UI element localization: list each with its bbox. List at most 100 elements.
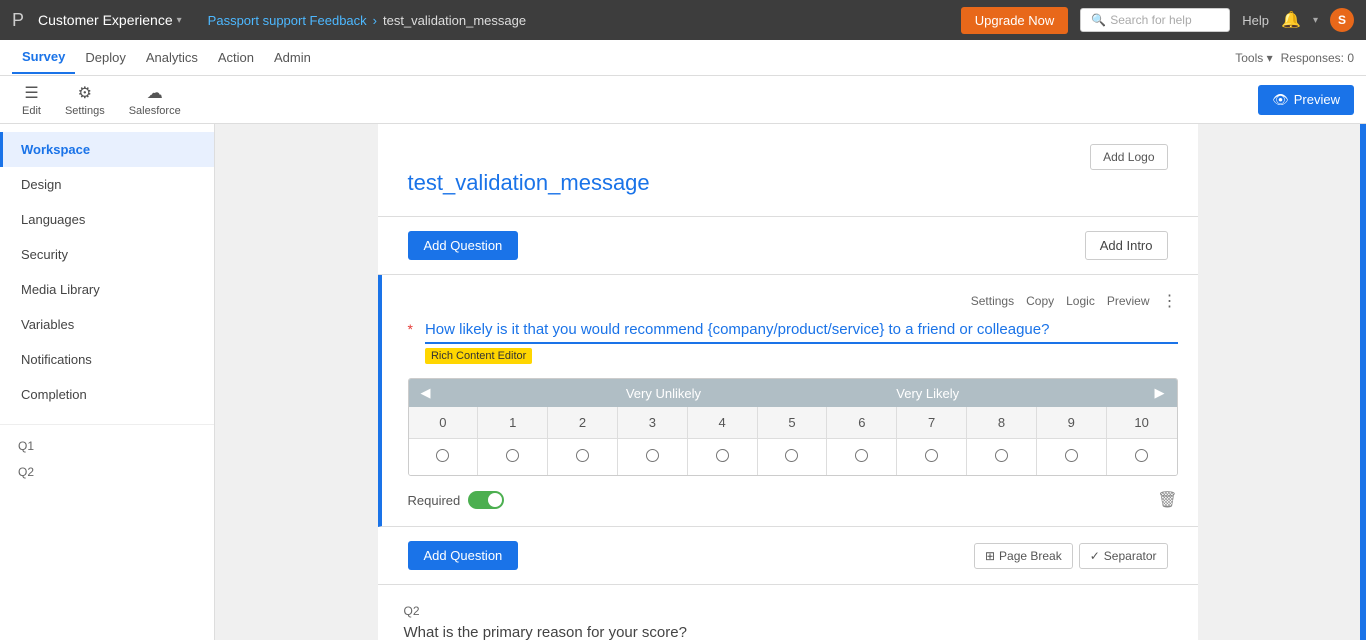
sidebar-item-completion[interactable]: Completion xyxy=(0,377,214,412)
survey-container: Add Logo test_validation_message Add Que… xyxy=(378,124,1198,640)
search-icon: 🔍 xyxy=(1091,13,1106,27)
preview-button[interactable]: 👁 Preview xyxy=(1258,85,1354,115)
delete-question-icon[interactable]: 🗑 xyxy=(1157,490,1177,510)
q1-label: Q1 xyxy=(18,439,34,453)
bottom-actions-right: ⊞ Page Break ✓ Separator xyxy=(974,543,1168,569)
sidebar-q1[interactable]: Q1 xyxy=(0,433,214,459)
search-placeholder: Search for help xyxy=(1110,13,1191,27)
survey-title: test_validation_message xyxy=(408,170,1168,196)
top-bar: P Customer Experience ▾ Passport support… xyxy=(0,0,1366,40)
edit-tool[interactable]: ☰ Edit xyxy=(12,79,51,121)
nps-radio-4[interactable] xyxy=(688,439,758,475)
q1-text-row: * Rich Content Editor xyxy=(408,321,1178,364)
sidebar-item-security[interactable]: Security xyxy=(0,237,214,272)
nps-num-4: 4 xyxy=(688,407,758,438)
user-avatar[interactable]: S xyxy=(1330,8,1354,32)
add-question-button-top[interactable]: Add Question xyxy=(408,231,519,260)
action-bar-top: Add Question Add Intro xyxy=(378,217,1198,275)
nps-radio-0[interactable] xyxy=(409,439,479,475)
q1-preview-action[interactable]: Preview xyxy=(1107,294,1150,308)
secondary-nav: Survey Deploy Analytics Action Admin Too… xyxy=(0,40,1366,76)
separator-label: Separator xyxy=(1104,549,1157,563)
main-layout: Workspace Design Languages Security Medi… xyxy=(0,124,1366,640)
sidebar-item-languages[interactable]: Languages xyxy=(0,202,214,237)
nps-num-3: 3 xyxy=(618,407,688,438)
sidebar-item-workspace[interactable]: Workspace xyxy=(0,132,214,167)
nps-radio-7[interactable] xyxy=(897,439,967,475)
nav-item-admin[interactable]: Admin xyxy=(264,42,321,73)
settings-label: Settings xyxy=(65,105,105,117)
breadcrumb-current: test_validation_message xyxy=(383,13,526,28)
edit-label: Edit xyxy=(22,105,41,117)
sidebar-item-design[interactable]: Design xyxy=(0,167,214,202)
tools-dropdown[interactable]: Tools ▾ xyxy=(1235,51,1272,65)
q2-number: Q2 xyxy=(404,604,420,618)
nps-num-1: 1 xyxy=(478,407,548,438)
nps-num-0: 0 xyxy=(409,407,479,438)
help-link[interactable]: Help xyxy=(1242,13,1269,28)
right-edge-indicator xyxy=(1360,124,1366,640)
survey-header-card: Add Logo test_validation_message xyxy=(378,124,1198,217)
question2-card: Q2 What is the primary reason for your s… xyxy=(378,585,1198,640)
breadcrumb-link[interactable]: Passport support Feedback xyxy=(208,13,367,28)
required-label: Required xyxy=(408,493,461,508)
nps-labels-row: ◀ Very Unlikely Very Likely ▶ xyxy=(409,379,1177,407)
action-bar-bottom: Add Question ⊞ Page Break ✓ Separator xyxy=(378,527,1198,585)
q1-settings-action[interactable]: Settings xyxy=(971,294,1014,308)
sidebar-item-media-library[interactable]: Media Library xyxy=(0,272,214,307)
salesforce-tool[interactable]: ☁ Salesforce xyxy=(119,79,191,121)
q1-more-icon[interactable]: ⋮ xyxy=(1162,291,1178,311)
nps-radio-10[interactable] xyxy=(1107,439,1177,475)
settings-icon: ⚙ xyxy=(78,83,92,103)
breadcrumb-separator: › xyxy=(373,13,377,28)
rich-content-hint: Rich Content Editor xyxy=(425,348,532,364)
search-box[interactable]: 🔍 Search for help xyxy=(1080,8,1230,32)
notifications-icon[interactable]: 🔔 xyxy=(1281,10,1301,30)
app-name-label: Customer Experience xyxy=(38,12,173,28)
q2-label: Q2 xyxy=(18,465,34,479)
page-break-button[interactable]: ⊞ Page Break xyxy=(974,543,1073,569)
responses-count: Responses: 0 xyxy=(1281,51,1354,65)
settings-tool[interactable]: ⚙ Settings xyxy=(55,79,115,121)
separator-check-icon: ✓ xyxy=(1090,549,1100,563)
top-bar-right: Upgrade Now 🔍 Search for help Help 🔔 ▾ S xyxy=(961,7,1354,34)
sidebar-q2[interactable]: Q2 xyxy=(0,459,214,485)
nps-radio-6[interactable] xyxy=(827,439,897,475)
nps-num-8: 8 xyxy=(967,407,1037,438)
question2-text: What is the primary reason for your scor… xyxy=(404,624,1172,640)
nav-item-analytics[interactable]: Analytics xyxy=(136,42,208,73)
add-intro-button[interactable]: Add Intro xyxy=(1085,231,1168,260)
separator-button[interactable]: ✓ Separator xyxy=(1079,543,1168,569)
nps-radio-row xyxy=(409,438,1177,475)
nps-left-arrow-icon: ◀ xyxy=(421,385,431,401)
nps-radio-3[interactable] xyxy=(618,439,688,475)
upgrade-button[interactable]: Upgrade Now xyxy=(961,7,1069,34)
add-question-button-bottom[interactable]: Add Question xyxy=(408,541,519,570)
nps-radio-8[interactable] xyxy=(967,439,1037,475)
add-logo-button[interactable]: Add Logo xyxy=(1090,144,1167,170)
required-toggle[interactable] xyxy=(468,491,504,509)
app-chevron-icon: ▾ xyxy=(177,15,182,26)
nps-radio-1[interactable] xyxy=(478,439,548,475)
q1-copy-action[interactable]: Copy xyxy=(1026,294,1054,308)
sidebar-item-notifications[interactable]: Notifications xyxy=(0,342,214,377)
question1-text-input[interactable] xyxy=(425,321,1178,344)
app-logo-icon: P xyxy=(12,10,24,31)
nav-item-deploy[interactable]: Deploy xyxy=(75,42,135,73)
app-name[interactable]: Customer Experience ▾ xyxy=(38,12,182,28)
sidebar-item-variables[interactable]: Variables xyxy=(0,307,214,342)
nps-right-arrow-icon: ▶ xyxy=(1155,385,1165,401)
nav-item-survey[interactable]: Survey xyxy=(12,41,75,74)
question1-header: Settings Copy Logic Preview ⋮ xyxy=(408,291,1178,311)
nps-radio-9[interactable] xyxy=(1037,439,1107,475)
nps-right-label: Very Likely xyxy=(896,386,959,401)
nps-left-label: Very Unlikely xyxy=(626,386,701,401)
q1-logic-action[interactable]: Logic xyxy=(1066,294,1095,308)
preview-label: Preview xyxy=(1294,92,1340,107)
nav-item-action[interactable]: Action xyxy=(208,42,264,73)
salesforce-icon: ☁ xyxy=(147,83,163,103)
salesforce-label: Salesforce xyxy=(129,105,181,117)
nps-radio-5[interactable] xyxy=(758,439,828,475)
edit-icon: ☰ xyxy=(24,83,38,103)
nps-radio-2[interactable] xyxy=(548,439,618,475)
